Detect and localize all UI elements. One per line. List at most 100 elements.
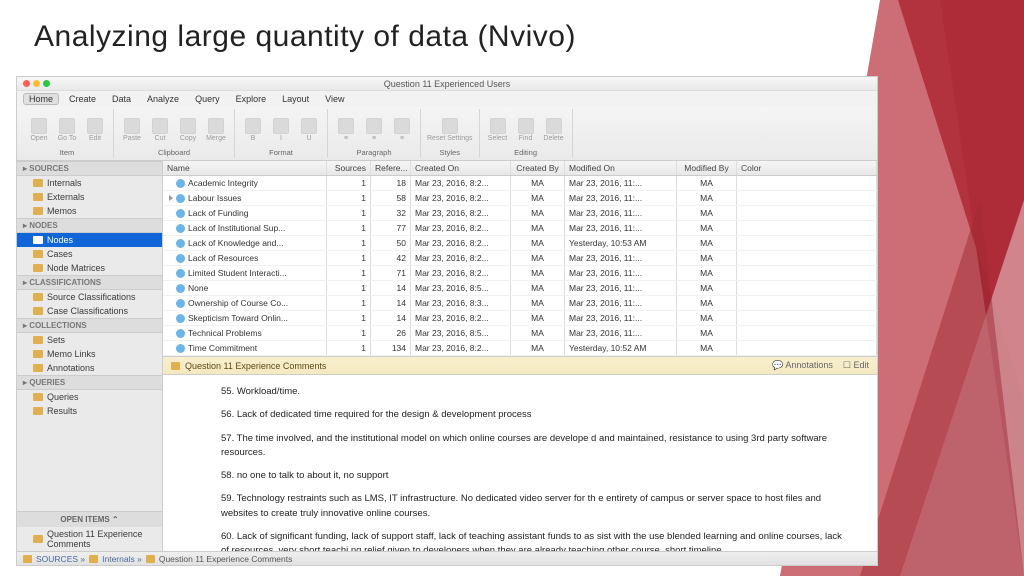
ribbon-tool[interactable]: Go To <box>55 118 79 142</box>
menu-data[interactable]: Data <box>106 93 137 105</box>
close-icon[interactable] <box>23 80 30 87</box>
ribbon-group-paragraph: ≡≡≡Paragraph <box>328 109 421 158</box>
ribbon-tool[interactable]: B <box>241 118 265 142</box>
open-item[interactable]: Question 11 Experience Comments <box>17 527 162 551</box>
sidebar-item-memos[interactable]: Memos <box>17 204 162 218</box>
open-items-header[interactable]: OPEN ITEMS ⌃ <box>17 511 162 527</box>
menu-view[interactable]: View <box>319 93 350 105</box>
slide-title: Analyzing large quantity of data (Nvivo) <box>34 20 576 54</box>
menu-home[interactable]: Home <box>23 93 59 105</box>
ribbon-tool[interactable]: I <box>269 118 293 142</box>
expand-icon[interactable] <box>169 195 173 201</box>
detail-tab[interactable]: Question 11 Experience Comments 💬 Annota… <box>163 356 877 375</box>
sidebar-item-cases[interactable]: Cases <box>17 247 162 261</box>
node-icon <box>176 344 185 353</box>
sidebar-item-internals[interactable]: Internals <box>17 176 162 190</box>
sidebar-item-externals[interactable]: Externals <box>17 190 162 204</box>
column-header[interactable]: Sources <box>327 161 371 175</box>
node-row[interactable]: None114Mar 23, 2016, 8:5...MAMar 23, 201… <box>163 281 877 296</box>
node-row[interactable]: Skepticism Toward Onlin...114Mar 23, 201… <box>163 311 877 326</box>
ribbon-tool[interactable]: Paste <box>120 118 144 142</box>
nodes-grid: NameSourcesRefere...Created OnCreated By… <box>163 161 877 356</box>
node-row[interactable]: Lack of Resources142Mar 23, 2016, 8:2...… <box>163 251 877 266</box>
folder-icon <box>33 207 43 215</box>
sidebar-item-case-classifications[interactable]: Case Classifications <box>17 304 162 318</box>
column-header[interactable]: Created By <box>511 161 565 175</box>
folder-icon <box>33 350 43 358</box>
ribbon-tool[interactable]: Merge <box>204 118 228 142</box>
detail-content: 55. Workload/time.56. Lack of dedicated … <box>163 375 877 551</box>
node-row[interactable]: Ownership of Course Co...114Mar 23, 2016… <box>163 296 877 311</box>
folder-icon <box>33 364 43 372</box>
column-header[interactable]: Name <box>163 161 327 175</box>
sidebar-item-annotations[interactable]: Annotations <box>17 361 162 375</box>
ribbon-tool[interactable]: Reset Settings <box>427 118 473 142</box>
ribbon-tool[interactable]: Edit <box>83 118 107 142</box>
breadcrumb[interactable]: Question 11 Experience Comments <box>159 554 293 564</box>
ribbon-group-format: BIUFormat <box>235 109 328 158</box>
ribbon-tool[interactable]: ≡ <box>334 118 358 142</box>
ribbon-tool[interactable]: ≡ <box>362 118 386 142</box>
node-icon <box>176 224 185 233</box>
node-icon <box>176 239 185 248</box>
node-icon <box>176 254 185 263</box>
grid-body: Academic Integrity118Mar 23, 2016, 8:2..… <box>163 176 877 356</box>
column-header[interactable]: Color <box>737 161 877 175</box>
sidebar-section-sources[interactable]: ▸ SOURCES <box>17 161 162 176</box>
sidebar-section-collections[interactable]: ▸ COLLECTIONS <box>17 318 162 333</box>
ribbon-tool[interactable]: Copy <box>176 118 200 142</box>
menu-bar: Home Create Data Analyze Query ExploreLayout V… <box>17 91 877 107</box>
node-row[interactable]: Lack of Funding132Mar 23, 2016, 8:2...MA… <box>163 206 877 221</box>
folder-icon <box>33 407 43 415</box>
comment-paragraph: 58. no one to talk to about it, no suppo… <box>221 469 849 483</box>
ribbon-tool[interactable]: Open <box>27 118 51 142</box>
sidebar-section-queries[interactable]: ▸ QUERIES <box>17 375 162 390</box>
sidebar-item-source-classifications[interactable]: Source Classifications <box>17 290 162 304</box>
node-icon <box>176 314 185 323</box>
sidebar-section-nodes[interactable]: ▸ NODES <box>17 218 162 233</box>
column-header[interactable]: Created On <box>411 161 511 175</box>
annotations-toggle[interactable]: 💬 Annotations <box>772 360 833 371</box>
node-row[interactable]: Limited Student Interacti...171Mar 23, 2… <box>163 266 877 281</box>
ribbon-tool[interactable]: Find <box>514 118 538 142</box>
ribbon-tool[interactable]: Cut <box>148 118 172 142</box>
ribbon-tool[interactable]: ≡ <box>390 118 414 142</box>
menu-explore[interactable]: Explore <box>230 93 273 105</box>
node-row[interactable]: Time Commitment1134Mar 23, 2016, 8:2...M… <box>163 341 877 356</box>
ribbon-tool[interactable]: U <box>297 118 321 142</box>
comment-paragraph: 59. Technology restraints such as LMS, I… <box>221 492 849 521</box>
breadcrumb[interactable]: SOURCES » <box>36 554 85 564</box>
menu-layout[interactable]: Layout <box>276 93 315 105</box>
comment-paragraph: 55. Workload/time. <box>221 385 849 399</box>
ribbon-tool[interactable]: Select <box>486 118 510 142</box>
folder-icon <box>33 179 43 187</box>
ribbon-group-editing: SelectFindDeleteEditing <box>480 109 573 158</box>
window-controls[interactable] <box>23 80 50 87</box>
sidebar-item-queries[interactable]: Queries <box>17 390 162 404</box>
sidebar-item-nodes[interactable]: Nodes <box>17 233 162 247</box>
node-icon <box>176 269 185 278</box>
edit-toggle[interactable]: ☐ Edit <box>843 360 869 371</box>
node-row[interactable]: Lack of Knowledge and...150Mar 23, 2016,… <box>163 236 877 251</box>
sidebar-item-node-matrices[interactable]: Node Matrices <box>17 261 162 275</box>
menu-query[interactable]: Query <box>189 93 226 105</box>
node-row[interactable]: Technical Problems126Mar 23, 2016, 8:5..… <box>163 326 877 341</box>
column-header[interactable]: Modified On <box>565 161 677 175</box>
menu-create[interactable]: Create <box>63 93 102 105</box>
ribbon-tool[interactable]: Delete <box>542 118 566 142</box>
sidebar-item-sets[interactable]: Sets <box>17 333 162 347</box>
column-header[interactable]: Modified By <box>677 161 737 175</box>
node-row[interactable]: Lack of Institutional Sup...177Mar 23, 2… <box>163 221 877 236</box>
zoom-icon[interactable] <box>43 80 50 87</box>
minimize-icon[interactable] <box>33 80 40 87</box>
node-row[interactable]: Academic Integrity118Mar 23, 2016, 8:2..… <box>163 176 877 191</box>
ribbon-group-styles: Reset SettingsStyles <box>421 109 480 158</box>
menu-analyze[interactable]: Analyze <box>141 93 185 105</box>
breadcrumb[interactable]: Internals » <box>102 554 142 564</box>
node-row[interactable]: Labour Issues158Mar 23, 2016, 8:2...MAMa… <box>163 191 877 206</box>
sidebar-item-memo-links[interactable]: Memo Links <box>17 347 162 361</box>
folder-icon <box>33 393 43 401</box>
sidebar-section-classifications[interactable]: ▸ CLASSIFICATIONS <box>17 275 162 290</box>
column-header[interactable]: Refere... <box>371 161 411 175</box>
sidebar-item-results[interactable]: Results <box>17 404 162 418</box>
